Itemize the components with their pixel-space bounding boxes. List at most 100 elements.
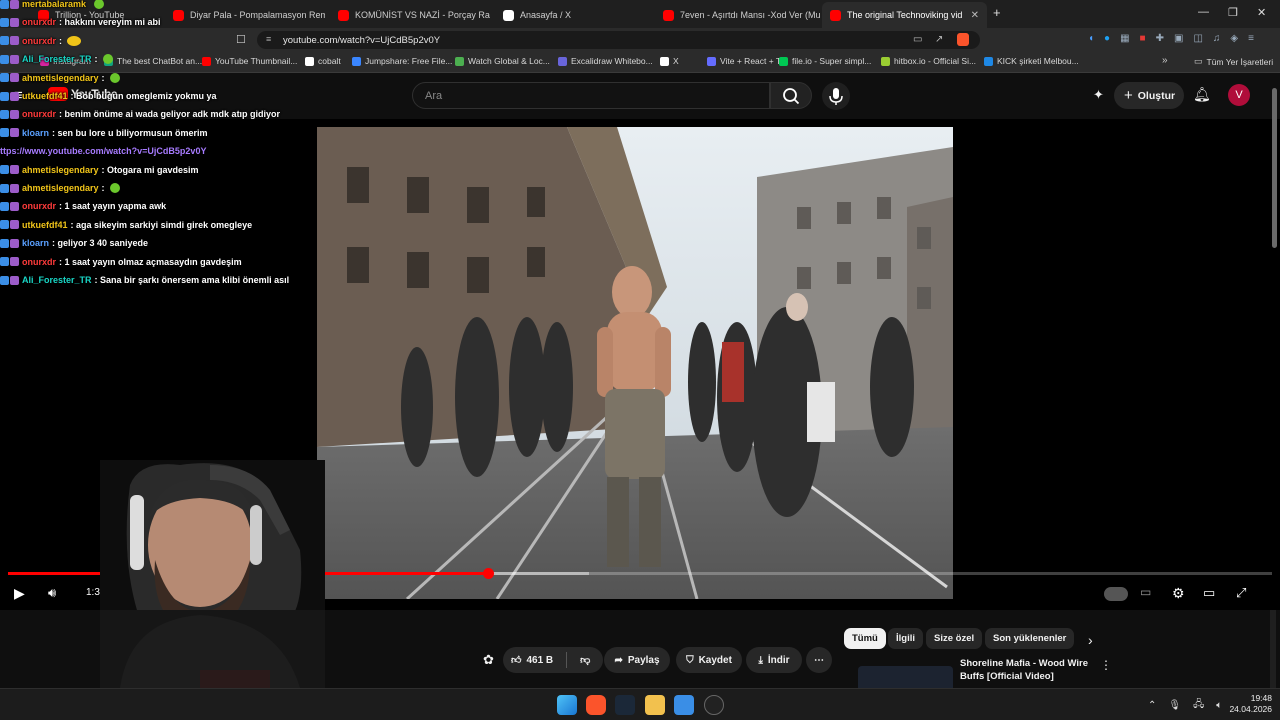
theater-mode-icon[interactable]: ▭	[1203, 585, 1215, 601]
page-scrollbar[interactable]	[1272, 88, 1277, 248]
more-actions-button[interactable]: ⋯	[806, 647, 832, 673]
bookmark-save-icon: ⛉	[686, 654, 694, 666]
search-input[interactable]: Ara	[412, 82, 770, 109]
badge-icon	[0, 17, 9, 27]
file-explorer-icon[interactable]	[645, 695, 665, 715]
page-scrollbar-track[interactable]	[1270, 610, 1276, 688]
vpn-icon[interactable]: ◈	[1230, 33, 1238, 44]
like-button[interactable]: 👍︎ 461 B	[511, 654, 553, 667]
search-button[interactable]	[770, 82, 812, 109]
share-button[interactable]: ➦ Paylaş	[604, 647, 670, 673]
app-icon[interactable]	[674, 695, 694, 715]
chat-text: : Bob bugun omeglemiz yokmu ya	[70, 91, 217, 101]
chat-text: :	[94, 54, 98, 65]
chat-text: : geliyor 3 40 saniyede	[52, 238, 149, 249]
chips-next-icon[interactable]: ›	[1088, 632, 1093, 648]
bookmark-item[interactable]: file.io - Super simpl...	[779, 56, 871, 66]
browser-tab[interactable]: KOMÜNİST VS NAZİ - Porçay Rap Sa	[330, 2, 490, 28]
dislike-button[interactable]: 👎︎	[580, 654, 590, 666]
ai-sparkle-icon[interactable]: ✿	[483, 652, 494, 668]
streamer-webcam	[100, 460, 325, 688]
all-bookmarks[interactable]: ▭ Tüm Yer İşaretleri	[1194, 56, 1273, 67]
start-menu-icon[interactable]	[557, 695, 577, 715]
close-window-icon[interactable]: ✕	[1257, 6, 1266, 19]
obs-icon[interactable]	[704, 695, 724, 715]
recommendation-menu-icon[interactable]: ⋮	[1100, 658, 1112, 672]
thumbs-down-icon: 👎︎	[580, 655, 591, 666]
badge-icon	[0, 54, 9, 64]
network-icon[interactable]: 🖧︎	[1193, 697, 1204, 714]
bookmark-label: Jumpshare: Free File...	[365, 56, 453, 66]
media-icon[interactable]: ♫	[1213, 33, 1221, 44]
badge-icon	[0, 36, 9, 46]
extension-icon[interactable]: ◫	[1193, 33, 1202, 44]
restore-icon[interactable]: ❐	[1228, 6, 1238, 19]
filter-chip[interactable]: Size özel	[926, 628, 983, 649]
extension-icon[interactable]: ◖	[1088, 33, 1094, 44]
browser-tab[interactable]: Anasayfa / X	[495, 2, 645, 28]
bookmark-item[interactable]: Excalidraw Whitebo...	[558, 56, 653, 66]
filter-chip[interactable]: İlgili	[888, 628, 923, 649]
more-horizontal-icon: ⋯	[814, 654, 824, 666]
stream-chat-overlay: mertabalaramk onurxdr: hakkını vereyim mi…	[0, 0, 320, 290]
play-button[interactable]: ▶	[14, 585, 25, 602]
bookmark-item[interactable]: KICK şirketi Melbou...	[984, 56, 1079, 66]
minimize-icon[interactable]: —	[1198, 6, 1209, 18]
youtube-studio-icon[interactable]: ✦	[1093, 87, 1104, 103]
filter-chip[interactable]: Tümü	[844, 628, 886, 649]
browser-tab[interactable]: The original Technoviking vid ✕	[822, 2, 987, 28]
bookmark-item[interactable]: hitbox.io - Official Si...	[881, 56, 976, 66]
volume-icon[interactable]: 🔊︎	[48, 585, 56, 601]
browser-tab[interactable]: 7even - Aşırtdı Mansı -Xod Ver (Musi	[655, 2, 820, 28]
microphone-tray-icon[interactable]: 🎙︎	[1168, 700, 1181, 711]
extensions-puzzle-icon[interactable]: ✚	[1156, 33, 1164, 44]
badge-icon	[10, 257, 19, 267]
brave-shield-icon[interactable]	[957, 33, 969, 46]
recommendation-thumbnail[interactable]	[858, 666, 953, 688]
clock[interactable]: 19:48 24.04.2026	[1229, 693, 1272, 715]
share-page-icon[interactable]: ↗	[935, 34, 943, 45]
chat-text: : 1 saat yayın yapma awk	[59, 201, 167, 212]
cast-icon[interactable]: ▭	[913, 34, 922, 45]
bookmark-item[interactable]: X	[660, 56, 679, 66]
chat-text: : Sana bir şarkı önersem ama klibi öneml…	[94, 275, 290, 285]
bookmark-item[interactable]: Vite + React + TS	[707, 56, 787, 66]
bookmark-item[interactable]: Jumpshare: Free File...	[352, 56, 452, 66]
menu-icon[interactable]: ≡	[1248, 33, 1254, 44]
subtitles-icon[interactable]: ▭	[1140, 585, 1151, 599]
download-icon: ⤓	[758, 654, 763, 666]
extension-icon[interactable]: ●	[1104, 33, 1110, 44]
more-bookmarks-icon[interactable]: »	[1162, 55, 1168, 66]
video-frame[interactable]	[317, 127, 953, 599]
filter-chip[interactable]: Son yüklenenler	[985, 628, 1075, 649]
avatar[interactable]: V	[1228, 84, 1250, 106]
url-field[interactable]: ≡ youtube.com/watch?v=UjCdB5p2v0Y ▭ ↗	[257, 31, 980, 49]
notifications-bell-icon[interactable]: 🔔︎	[1193, 86, 1211, 103]
tray-chevron-icon[interactable]: ⌃	[1148, 700, 1156, 711]
badge-icon	[0, 73, 9, 83]
download-button[interactable]: ⤓ İndir	[746, 647, 802, 673]
speaker-icon[interactable]: 🔈︎	[1216, 700, 1222, 711]
new-tab-button[interactable]: +	[993, 5, 1001, 20]
bookmark-item[interactable]: Watch Global & Loc...	[455, 56, 550, 66]
bookmark-favicon-icon	[660, 56, 669, 66]
badge-icon	[0, 91, 9, 101]
extension-icon[interactable]: ▦	[1120, 33, 1129, 44]
chat-badges	[0, 238, 19, 248]
extension-icon[interactable]: ■	[1140, 33, 1146, 44]
brave-browser-icon[interactable]	[586, 695, 606, 715]
save-button[interactable]: ⛉ Kaydet	[676, 647, 742, 673]
settings-gear-icon[interactable]: ⚙	[1172, 585, 1185, 602]
steam-icon[interactable]	[615, 695, 635, 715]
chat-message: utkuefdf41: aga sikeyim sarkiyi simdi gi…	[0, 220, 252, 230]
close-tab-icon[interactable]: ✕	[971, 10, 979, 21]
chat-username: kloarn	[22, 127, 50, 138]
chat-link[interactable]: ttps://www.youtube.com/watch?v=UjCdB5p2v…	[0, 146, 206, 156]
create-button[interactable]: + Oluştur	[1114, 82, 1184, 109]
fullscreen-icon[interactable]: ⤢	[1236, 585, 1246, 601]
autoplay-toggle[interactable]	[1104, 587, 1128, 601]
voice-search-button[interactable]	[822, 82, 850, 110]
extension-icon[interactable]: ▣	[1174, 33, 1183, 44]
chat-badges	[0, 17, 19, 27]
recommendation-title[interactable]: Shoreline Mafia - Wood Wire Buffs [Offic…	[960, 657, 1088, 683]
